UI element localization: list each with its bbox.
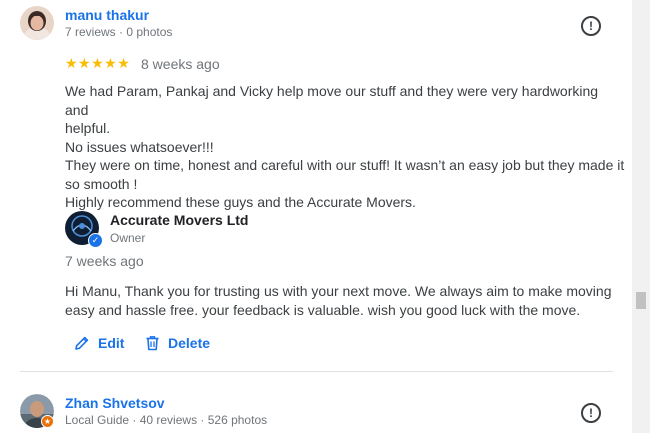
edit-button[interactable]: Edit bbox=[74, 335, 124, 351]
review-text-line: We had Param, Pankaj and Vicky help move… bbox=[65, 83, 599, 118]
reviewer-meta: Local Guide · 40 reviews · 526 photos bbox=[65, 413, 268, 427]
owner-avatar: ✓ bbox=[65, 211, 103, 248]
owner-name: Accurate Movers Ltd bbox=[110, 212, 249, 228]
review-time: 8 weeks ago bbox=[141, 56, 220, 72]
scrollbar[interactable] bbox=[632, 0, 650, 433]
pencil-icon bbox=[75, 336, 89, 350]
reviewer-meta: 7 reviews · 0 photos bbox=[65, 25, 173, 39]
report-flag-icon[interactable]: ! bbox=[581, 403, 601, 423]
delete-label: Delete bbox=[168, 335, 211, 351]
trash-icon bbox=[146, 336, 159, 351]
reply-text: Hi Manu, Thank you for trusting us with … bbox=[65, 282, 625, 319]
scrollbar-thumb[interactable] bbox=[636, 292, 646, 309]
owner-role: Owner bbox=[110, 231, 146, 245]
star-rating: ★★★★★ bbox=[65, 55, 131, 71]
reviewer-avatar[interactable]: ★ bbox=[20, 394, 54, 428]
edit-label: Edit bbox=[98, 335, 125, 351]
reviews-panel: manu thakur 7 reviews · 0 photos ! ★★★★★… bbox=[0, 0, 632, 433]
reply-time: 7 weeks ago bbox=[65, 253, 144, 269]
reply-text-line: Hi Manu, Thank you for trusting us with … bbox=[65, 283, 612, 299]
review-text-line: They were on time, honest and careful wi… bbox=[65, 157, 625, 173]
reply-text-line: easy and hassle free. your feedback is v… bbox=[65, 301, 581, 318]
local-guide-badge-icon: ★ bbox=[41, 415, 54, 428]
review-text: We had Param, Pankaj and Vicky help move… bbox=[65, 82, 625, 212]
reviewer-avatar[interactable] bbox=[20, 6, 54, 40]
review-text-line: No issues whatsoever!!! bbox=[65, 138, 214, 155]
delete-button[interactable]: Delete bbox=[145, 335, 210, 351]
review-text-line: so smooth ! bbox=[65, 175, 138, 192]
reviewer-name[interactable]: Zhan Shvetsov bbox=[65, 395, 165, 411]
reviewer-name[interactable]: manu thakur bbox=[65, 7, 149, 23]
reviewer-photo bbox=[20, 6, 54, 40]
verified-check-icon: ✓ bbox=[88, 233, 103, 248]
review-text-line: helpful. bbox=[65, 120, 111, 136]
review-divider bbox=[20, 371, 613, 372]
review-text-line: Highly recommend these guys and the Accu… bbox=[65, 194, 416, 210]
report-flag-icon[interactable]: ! bbox=[581, 16, 601, 36]
